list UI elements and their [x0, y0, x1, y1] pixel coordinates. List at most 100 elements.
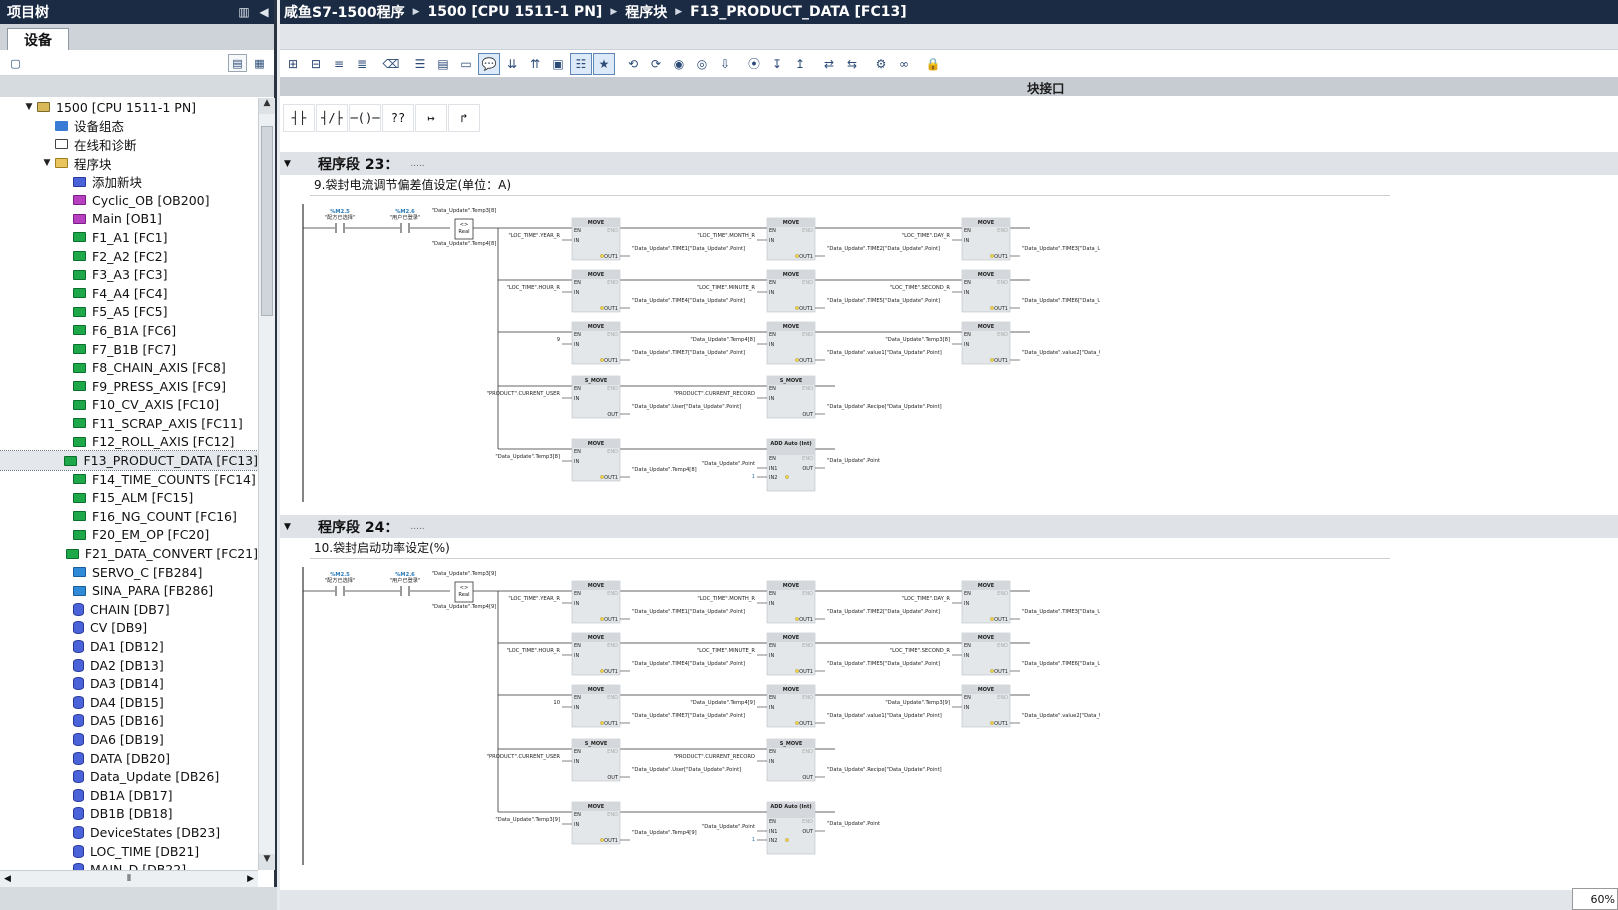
tree-item[interactable]: 在线和诊断	[0, 135, 258, 154]
add-input-icon[interactable]	[785, 838, 789, 842]
empty-box-icon[interactable]: ??	[382, 104, 414, 132]
comments-icon[interactable]: 💬	[478, 52, 500, 75]
tree-item[interactable]: CV [DB9]	[0, 619, 258, 638]
modify-icon[interactable]: ◎	[691, 53, 713, 75]
list-view-icon[interactable]: ☷	[570, 52, 592, 75]
tree-item[interactable]: DA3 [DB14]	[0, 674, 258, 693]
tree-item[interactable]: F14_TIME_COUNTS [FC14]	[0, 470, 258, 489]
tree-item[interactable]: Main [OB1]	[0, 210, 258, 229]
coil-icon[interactable]: ─()─	[349, 104, 381, 132]
no-contact[interactable]	[335, 586, 345, 596]
absolute-operands-icon[interactable]: ☰	[409, 53, 431, 75]
clear-icon[interactable]: ⌫	[380, 53, 402, 75]
add-input-icon[interactable]	[785, 475, 789, 479]
tree-item[interactable]: F10_CV_AXIS [FC10]	[0, 396, 258, 415]
tree-item[interactable]: Data_Update [DB26]	[0, 767, 258, 786]
tree-item[interactable]: F11_SCRAP_AXIS [FC11]	[0, 414, 258, 433]
go-offline-icon[interactable]: ⟳	[645, 53, 667, 75]
tree-item[interactable]: MAIN_D [DB22]	[0, 860, 258, 870]
tree-item[interactable]: DB1B [DB18]	[0, 805, 258, 824]
ladder-network[interactable]: %M2.5"配方已选择"%M2.6"用户已登录"<>Real"Data_Upda…	[300, 204, 1100, 504]
breadcrumb-item[interactable]: 1500 [CPU 1511-1 PN]	[428, 4, 603, 20]
add-output-icon[interactable]	[990, 254, 994, 258]
add-output-icon[interactable]	[795, 669, 799, 673]
network-comment[interactable]: 10.袋封启动功率设定(%)	[310, 537, 1390, 559]
tree-item[interactable]: Cyclic_OB [OB200]	[0, 191, 258, 210]
tree-item[interactable]: DeviceStates [DB23]	[0, 823, 258, 842]
new-object-icon[interactable]: ▢	[6, 54, 25, 72]
tree-item[interactable]: F12_ROLL_AXIS [FC12]	[0, 433, 258, 452]
compare2-icon[interactable]: ⇆	[841, 53, 863, 75]
close-branch-icon[interactable]: ↱	[448, 104, 480, 132]
block-interface-bar[interactable]: 块接口	[280, 78, 1618, 96]
ladder-network[interactable]: %M2.5"配方已选择"%M2.6"用户已登录"<>Real"Data_Upda…	[300, 567, 1100, 867]
favorites-star-icon[interactable]: ★	[593, 52, 615, 75]
add-output-icon[interactable]	[600, 669, 604, 673]
tree-item[interactable]: ▼ 程序块	[0, 154, 258, 173]
add-row-icon[interactable]: ≣	[351, 53, 373, 75]
tree-item[interactable]: F8_CHAIN_AXIS [FC8]	[0, 358, 258, 377]
open-all-icon[interactable]: ▭	[455, 53, 477, 75]
display-icon[interactable]: ▣	[547, 53, 569, 75]
overview-icon[interactable]: ▤	[228, 54, 247, 72]
tree-horizontal-scrollbar[interactable]: ◀ ⦀ ▶	[0, 870, 258, 887]
go-online-icon[interactable]: ⟲	[622, 53, 644, 75]
scroll-right-icon[interactable]: ▶	[247, 874, 254, 884]
add-output-icon[interactable]	[990, 669, 994, 673]
expand-toggle-icon[interactable]: ▼	[42, 158, 52, 168]
add-output-icon[interactable]	[795, 306, 799, 310]
tree-item[interactable]: SINA_PARA [FB286]	[0, 581, 258, 600]
tree-item[interactable]: F9_PRESS_AXIS [FC9]	[0, 377, 258, 396]
scroll-up-icon[interactable]: ▲	[259, 98, 275, 114]
lock-icon[interactable]: 🔒	[922, 53, 944, 75]
add-output-icon[interactable]	[990, 358, 994, 362]
collapse-icon[interactable]: ▼	[284, 159, 300, 169]
tree-item[interactable]: F20_EM_OP [FC20]	[0, 526, 258, 545]
scroll-left-icon[interactable]: ◀	[4, 874, 11, 884]
no-contact-icon[interactable]: ┤├	[283, 104, 315, 132]
add-output-icon[interactable]	[795, 358, 799, 362]
network-header[interactable]: ▼ 程序段 23： .....	[280, 152, 1618, 175]
breadcrumb-item[interactable]: 程序块	[625, 2, 667, 22]
favorites-icon[interactable]: ▤	[432, 53, 454, 75]
scroll-thumb[interactable]	[261, 126, 273, 316]
tree-item[interactable]: DA4 [DB15]	[0, 693, 258, 712]
add-icon[interactable]: ▦	[250, 54, 269, 72]
insert-row-icon[interactable]: ≡	[328, 53, 350, 75]
add-output-icon[interactable]	[600, 721, 604, 725]
block-interface-label[interactable]: 块接口	[1027, 78, 1065, 97]
monitor-icon[interactable]: ◉	[668, 53, 690, 75]
expand-toggle-icon[interactable]: ▼	[24, 102, 34, 112]
tree-item[interactable]: DA6 [DB19]	[0, 730, 258, 749]
step-out-icon[interactable]: ↥	[789, 53, 811, 75]
no-contact[interactable]	[335, 223, 345, 233]
add-output-icon[interactable]	[990, 721, 994, 725]
tree-item[interactable]: ▼ 1500 [CPU 1511-1 PN]	[0, 98, 258, 117]
network-title-placeholder[interactable]: .....	[410, 159, 424, 169]
ladder-editor[interactable]: ▼ 程序段 23： ..... 9.袋封电流调节偏差值设定(单位：A) %M2.…	[280, 140, 1618, 890]
tree-item[interactable]: F5_A5 [FC5]	[0, 303, 258, 322]
step-icon[interactable]: ↧	[766, 53, 788, 75]
tree-item[interactable]: DATA [DB20]	[0, 749, 258, 768]
zoom-level[interactable]: 60%	[1572, 888, 1618, 910]
collapse-icon[interactable]: ▼	[284, 522, 300, 532]
network-header[interactable]: ▼ 程序段 24： .....	[280, 515, 1618, 538]
add-output-icon[interactable]	[600, 306, 604, 310]
breadcrumb-item[interactable]: F13_PRODUCT_DATA [FC13]	[690, 4, 906, 20]
insert-network-icon[interactable]: ⊞	[282, 53, 304, 75]
no-contact[interactable]	[400, 223, 410, 233]
scroll-down-icon[interactable]: ▼	[259, 854, 275, 870]
tree-item[interactable]: DA1 [DB12]	[0, 637, 258, 656]
collapse-left-icon[interactable]: ◀	[254, 5, 274, 19]
tree-item[interactable]: LOC_TIME [DB21]	[0, 842, 258, 861]
network-title-placeholder[interactable]: .....	[410, 522, 424, 532]
tree-item[interactable]: F7_B1B [FC7]	[0, 340, 258, 359]
tree-item[interactable]: CHAIN [DB7]	[0, 600, 258, 619]
add-output-icon[interactable]	[795, 721, 799, 725]
scroll-grip-icon[interactable]: ⦀	[127, 874, 131, 884]
tree-item[interactable]: F16_NG_COUNT [FC16]	[0, 507, 258, 526]
tree-item[interactable]: F13_PRODUCT_DATA [FC13]	[0, 450, 258, 471]
add-output-icon[interactable]	[795, 254, 799, 258]
tree-item[interactable]: F6_B1A [FC6]	[0, 321, 258, 340]
tree-item[interactable]: 设备组态	[0, 117, 258, 136]
